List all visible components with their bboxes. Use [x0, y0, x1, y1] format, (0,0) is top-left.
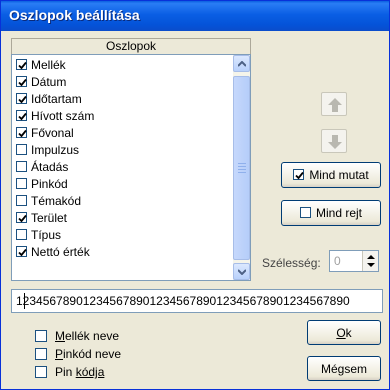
window-title: Oszlopok beállítása [9, 7, 140, 23]
checkbox[interactable] [16, 110, 27, 121]
width-value: 0 [334, 254, 341, 268]
show-all-label: Mind mutat [309, 168, 369, 182]
checkbox[interactable] [16, 178, 27, 189]
width-spinner[interactable]: 0 [329, 250, 379, 272]
chevron-up-icon [238, 61, 246, 67]
text-caret [24, 293, 25, 309]
checkbox[interactable] [16, 246, 27, 257]
list-item[interactable]: Hívott szám [12, 108, 232, 125]
scroll-thumb[interactable] [233, 76, 250, 260]
width-label: Szélesség: [262, 256, 321, 270]
list-item-label: Terület [31, 211, 68, 225]
checkbox[interactable] [16, 76, 27, 87]
list-item[interactable]: Mellék [12, 57, 232, 74]
list-item-label: Témakód [31, 194, 82, 208]
arrow-down-icon [328, 135, 342, 149]
empty-checkbox-icon [299, 207, 311, 218]
move-down-button[interactable] [321, 129, 347, 153]
checkbox[interactable] [35, 330, 47, 342]
chevron-down-icon [238, 269, 246, 275]
option-pin-code[interactable]: Pin kódja [35, 364, 104, 380]
list-item-label: Impulzus [31, 143, 80, 157]
list-item-label: Mellék [31, 58, 66, 72]
checkbox[interactable] [16, 144, 27, 155]
list-item[interactable]: Nettó érték [12, 244, 232, 261]
list-item[interactable]: Témakód [12, 193, 232, 210]
checkmark-icon [293, 169, 305, 180]
checkmark-icon [18, 129, 27, 138]
checkbox[interactable] [16, 229, 27, 240]
list-item[interactable]: Pinkód [12, 176, 232, 193]
columns-listbox[interactable]: Mellék Dátum Időtartam Hívott szám Fővon… [11, 54, 251, 281]
spin-buttons[interactable] [362, 251, 378, 271]
checkmark-icon [18, 248, 27, 257]
checkbox[interactable] [16, 127, 27, 138]
checkmark-icon [18, 95, 27, 104]
checkbox[interactable] [16, 161, 27, 172]
list-item-label: Típus [31, 228, 62, 242]
option-pin-name[interactable]: Pinkód neve [35, 346, 121, 362]
list-item[interactable]: Időtartam [12, 91, 232, 108]
list-item-label: Dátum [31, 75, 67, 89]
show-all-button[interactable]: Mind mutat [281, 162, 381, 188]
checkbox[interactable] [16, 59, 27, 70]
list-item-label: Pinkód [31, 177, 68, 191]
scroll-up-button[interactable] [233, 55, 250, 72]
list-item[interactable]: Dátum [12, 74, 232, 91]
checkmark-icon [18, 61, 27, 70]
scroll-down-button[interactable] [233, 263, 250, 280]
option-extension-name[interactable]: Mellék neve [35, 328, 119, 344]
cancel-button[interactable]: Mégsem [307, 356, 381, 381]
arrow-up-icon [328, 98, 342, 112]
hide-all-button[interactable]: Mind rejt [281, 200, 381, 226]
list-item[interactable]: Terület [12, 210, 232, 227]
list-item-label: Nettó érték [31, 245, 90, 259]
ok-button[interactable]: Ok [307, 320, 381, 345]
option-label: Pin kódja [55, 365, 105, 379]
list-item[interactable]: Impulzus [12, 142, 232, 159]
checkmark-icon [18, 112, 27, 121]
spin-arrows-icon [367, 255, 375, 267]
list-item-label: Időtartam [31, 92, 82, 106]
ok-label: Ok [336, 325, 352, 340]
option-label: Pinkód neve [55, 347, 122, 361]
hide-all-label: Mind rejt [315, 206, 362, 220]
checkbox[interactable] [35, 348, 47, 360]
move-up-button[interactable] [321, 92, 347, 116]
column-settings-dialog: Oszlopok beállítása Oszlopok Mellék Dátu… [0, 0, 390, 390]
checkbox[interactable] [16, 93, 27, 104]
list-item[interactable]: Típus [12, 227, 232, 244]
title-bar[interactable]: Oszlopok beállítása [1, 1, 389, 31]
format-string-field[interactable]: 1234567890123456789012345678901234567890… [11, 289, 383, 313]
checkmark-icon [18, 78, 27, 87]
list-scrollbar[interactable] [233, 55, 250, 280]
checkbox[interactable] [16, 212, 27, 223]
columns-group-label: Oszlopok [11, 38, 251, 54]
list-item-label: Fővonal [31, 126, 74, 140]
list-item[interactable]: Átadás [12, 159, 232, 176]
checkbox[interactable] [16, 195, 27, 206]
list-item-label: Átadás [31, 160, 69, 174]
checkmark-icon [18, 214, 27, 223]
columns-list: Mellék Dátum Időtartam Hívott szám Fővon… [12, 57, 232, 261]
format-string-value: 1234567890123456789012345678901234567890… [16, 294, 350, 308]
checkbox[interactable] [35, 366, 47, 378]
cancel-label: Mégsem [320, 361, 367, 376]
list-item[interactable]: Fővonal [12, 125, 232, 142]
option-label: Mellék neve [55, 329, 120, 343]
list-item-label: Hívott szám [31, 109, 95, 123]
